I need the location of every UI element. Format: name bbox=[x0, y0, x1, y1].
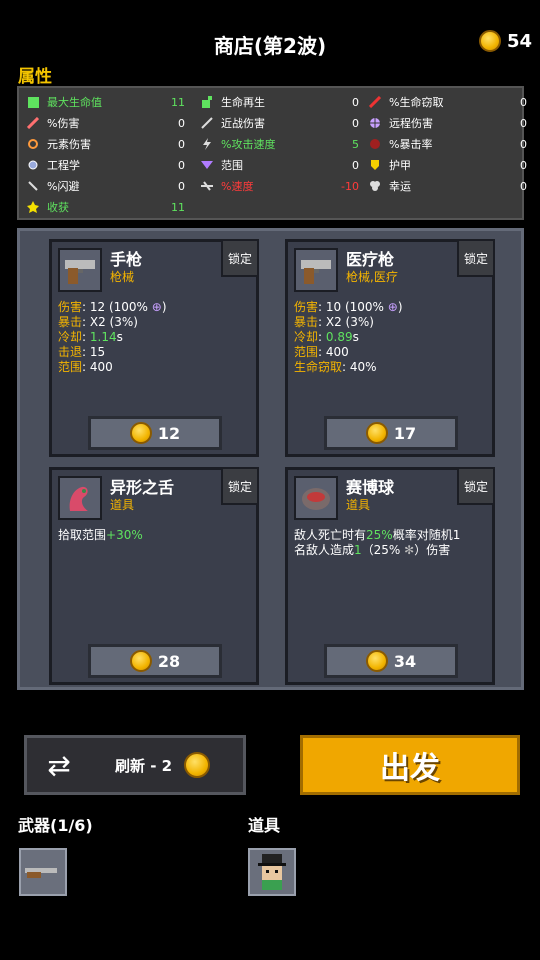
shotgun-icon bbox=[25, 868, 57, 878]
lock-button[interactable]: 锁定 bbox=[221, 239, 259, 277]
stat-armor: 护甲 0 bbox=[369, 155, 527, 175]
refresh-button[interactable]: ⇄ 刷新 - 2 bbox=[24, 735, 246, 795]
range-icon bbox=[201, 159, 213, 171]
coin-icon bbox=[129, 422, 152, 444]
harvest-icon bbox=[27, 201, 39, 213]
price-label: 28 bbox=[157, 651, 181, 671]
stats-panel: 最大生命值 11 %伤害 0 元素伤害 0 工程学 0 %闪避 0 收获 11 … bbox=[17, 86, 527, 220]
item-slot-character[interactable] bbox=[248, 848, 296, 896]
shop-item-alien-tongue[interactable]: 异形之舌 道具 锁定 拾取范围+30% 28 bbox=[49, 467, 259, 685]
weapon-slot-pistol[interactable] bbox=[19, 848, 67, 896]
speed-icon bbox=[201, 180, 213, 192]
shop-panel: 手枪 枪械 锁定 伤害: 12 (100% ⊕) 暴击: X2 (3%) 冷却:… bbox=[17, 228, 524, 690]
coin-icon bbox=[365, 650, 388, 672]
melee-icon bbox=[201, 117, 213, 129]
stat-range: 范围 0 bbox=[201, 155, 359, 175]
coin-count: 54 bbox=[506, 30, 532, 52]
crosshair-icon: ⊕ bbox=[387, 300, 398, 314]
stat-crit: %暴击率 0 bbox=[369, 134, 527, 154]
lifesteal-icon bbox=[369, 96, 381, 108]
price-label: 34 bbox=[393, 651, 417, 671]
alien-tongue-icon bbox=[58, 476, 102, 520]
lock-button[interactable]: 锁定 bbox=[221, 467, 259, 505]
buy-button[interactable]: 12 bbox=[88, 416, 222, 450]
price-label: 17 bbox=[393, 423, 417, 443]
page-title: 商店(第2波) bbox=[213, 34, 327, 58]
item-description: 拾取范围+30% bbox=[58, 528, 143, 542]
stat-elemental: 元素伤害 0 bbox=[27, 134, 185, 154]
item-stats: 伤害: 10 (100% ⊕) 暴击: X2 (3%) 冷却: 0.89s 范围… bbox=[294, 300, 403, 374]
coin-icon bbox=[129, 650, 152, 672]
regen-icon bbox=[201, 96, 213, 108]
dodge-icon bbox=[27, 180, 39, 192]
character-icon bbox=[258, 854, 286, 890]
shop-item-cyberball[interactable]: 赛博球 道具 锁定 敌人死亡时有25%概率对随机1 名敌人造成1（25% ✻）伤… bbox=[285, 467, 495, 685]
item-name: 手枪 bbox=[110, 250, 143, 269]
refresh-icon: ⇄ bbox=[47, 748, 71, 782]
coin-icon bbox=[478, 30, 501, 52]
stat-speed: %速度 -10 bbox=[201, 176, 359, 196]
stat-dodge: %闪避 0 bbox=[27, 176, 185, 196]
cyberball-icon bbox=[294, 476, 338, 520]
damage-icon bbox=[27, 117, 39, 129]
stat-harvest: 收获 11 bbox=[27, 197, 185, 217]
item-stats: 伤害: 12 (100% ⊕) 暴击: X2 (3%) 冷却: 1.14s 击退… bbox=[58, 300, 167, 374]
shop-item-medical-gun[interactable]: 医疗枪 枪械,医疗 锁定 伤害: 10 (100% ⊕) 暴击: X2 (3%)… bbox=[285, 239, 495, 457]
items-label: 道具 bbox=[248, 816, 281, 835]
lock-button[interactable]: 锁定 bbox=[457, 239, 495, 277]
buy-button[interactable]: 34 bbox=[324, 644, 458, 678]
item-type: 枪械 bbox=[110, 270, 135, 284]
item-name: 异形之舌 bbox=[110, 478, 175, 497]
item-type: 枪械,医疗 bbox=[346, 270, 398, 284]
medical-gun-icon bbox=[294, 248, 338, 292]
luck-icon bbox=[369, 180, 381, 192]
buy-button[interactable]: 17 bbox=[324, 416, 458, 450]
shop-item-pistol[interactable]: 手枪 枪械 锁定 伤害: 12 (100% ⊕) 暴击: X2 (3%) 冷却:… bbox=[49, 239, 259, 457]
buy-button[interactable]: 28 bbox=[88, 644, 222, 678]
lock-button[interactable]: 锁定 bbox=[457, 467, 495, 505]
stat-melee: 近战伤害 0 bbox=[201, 113, 359, 133]
stat-max-hp: 最大生命值 11 bbox=[27, 92, 185, 112]
coin-icon bbox=[184, 752, 211, 778]
element-icon: ✻ bbox=[404, 543, 415, 557]
pistol-icon bbox=[58, 248, 102, 292]
item-type: 道具 bbox=[110, 498, 135, 512]
coin-icon bbox=[365, 422, 388, 444]
attributes-title: 属性 bbox=[18, 67, 52, 87]
price-label: 12 bbox=[157, 423, 181, 443]
stat-engineering: 工程学 0 bbox=[27, 155, 185, 175]
armor-icon bbox=[369, 159, 381, 171]
element-icon bbox=[27, 138, 39, 150]
item-type: 道具 bbox=[346, 498, 371, 512]
gear-icon bbox=[27, 159, 39, 171]
coin-counter: 54 bbox=[478, 30, 532, 52]
ranged-icon bbox=[369, 117, 381, 129]
crosshair-icon: ⊕ bbox=[151, 300, 162, 314]
attack-speed-icon bbox=[201, 138, 213, 150]
weapons-label: 武器(1/6) bbox=[18, 816, 93, 835]
stat-lifesteal: %生命窃取 0 bbox=[369, 92, 527, 112]
stat-attack-speed: %攻击速度 5 bbox=[201, 134, 359, 154]
stat-ranged: 远程伤害 0 bbox=[369, 113, 527, 133]
crit-icon bbox=[369, 138, 381, 150]
go-button[interactable]: 出发 bbox=[300, 735, 520, 795]
stat-regen: 生命再生 0 bbox=[201, 92, 359, 112]
item-description: 敌人死亡时有25%概率对随机1 名敌人造成1（25% ✻）伤害 bbox=[294, 528, 461, 557]
item-name: 赛博球 bbox=[346, 478, 395, 497]
refresh-label: 刷新 - 2 bbox=[115, 756, 173, 775]
stat-luck: 幸运 0 bbox=[369, 176, 527, 196]
item-name: 医疗枪 bbox=[346, 250, 395, 269]
heart-icon bbox=[27, 96, 39, 108]
stat-damage: %伤害 0 bbox=[27, 113, 185, 133]
